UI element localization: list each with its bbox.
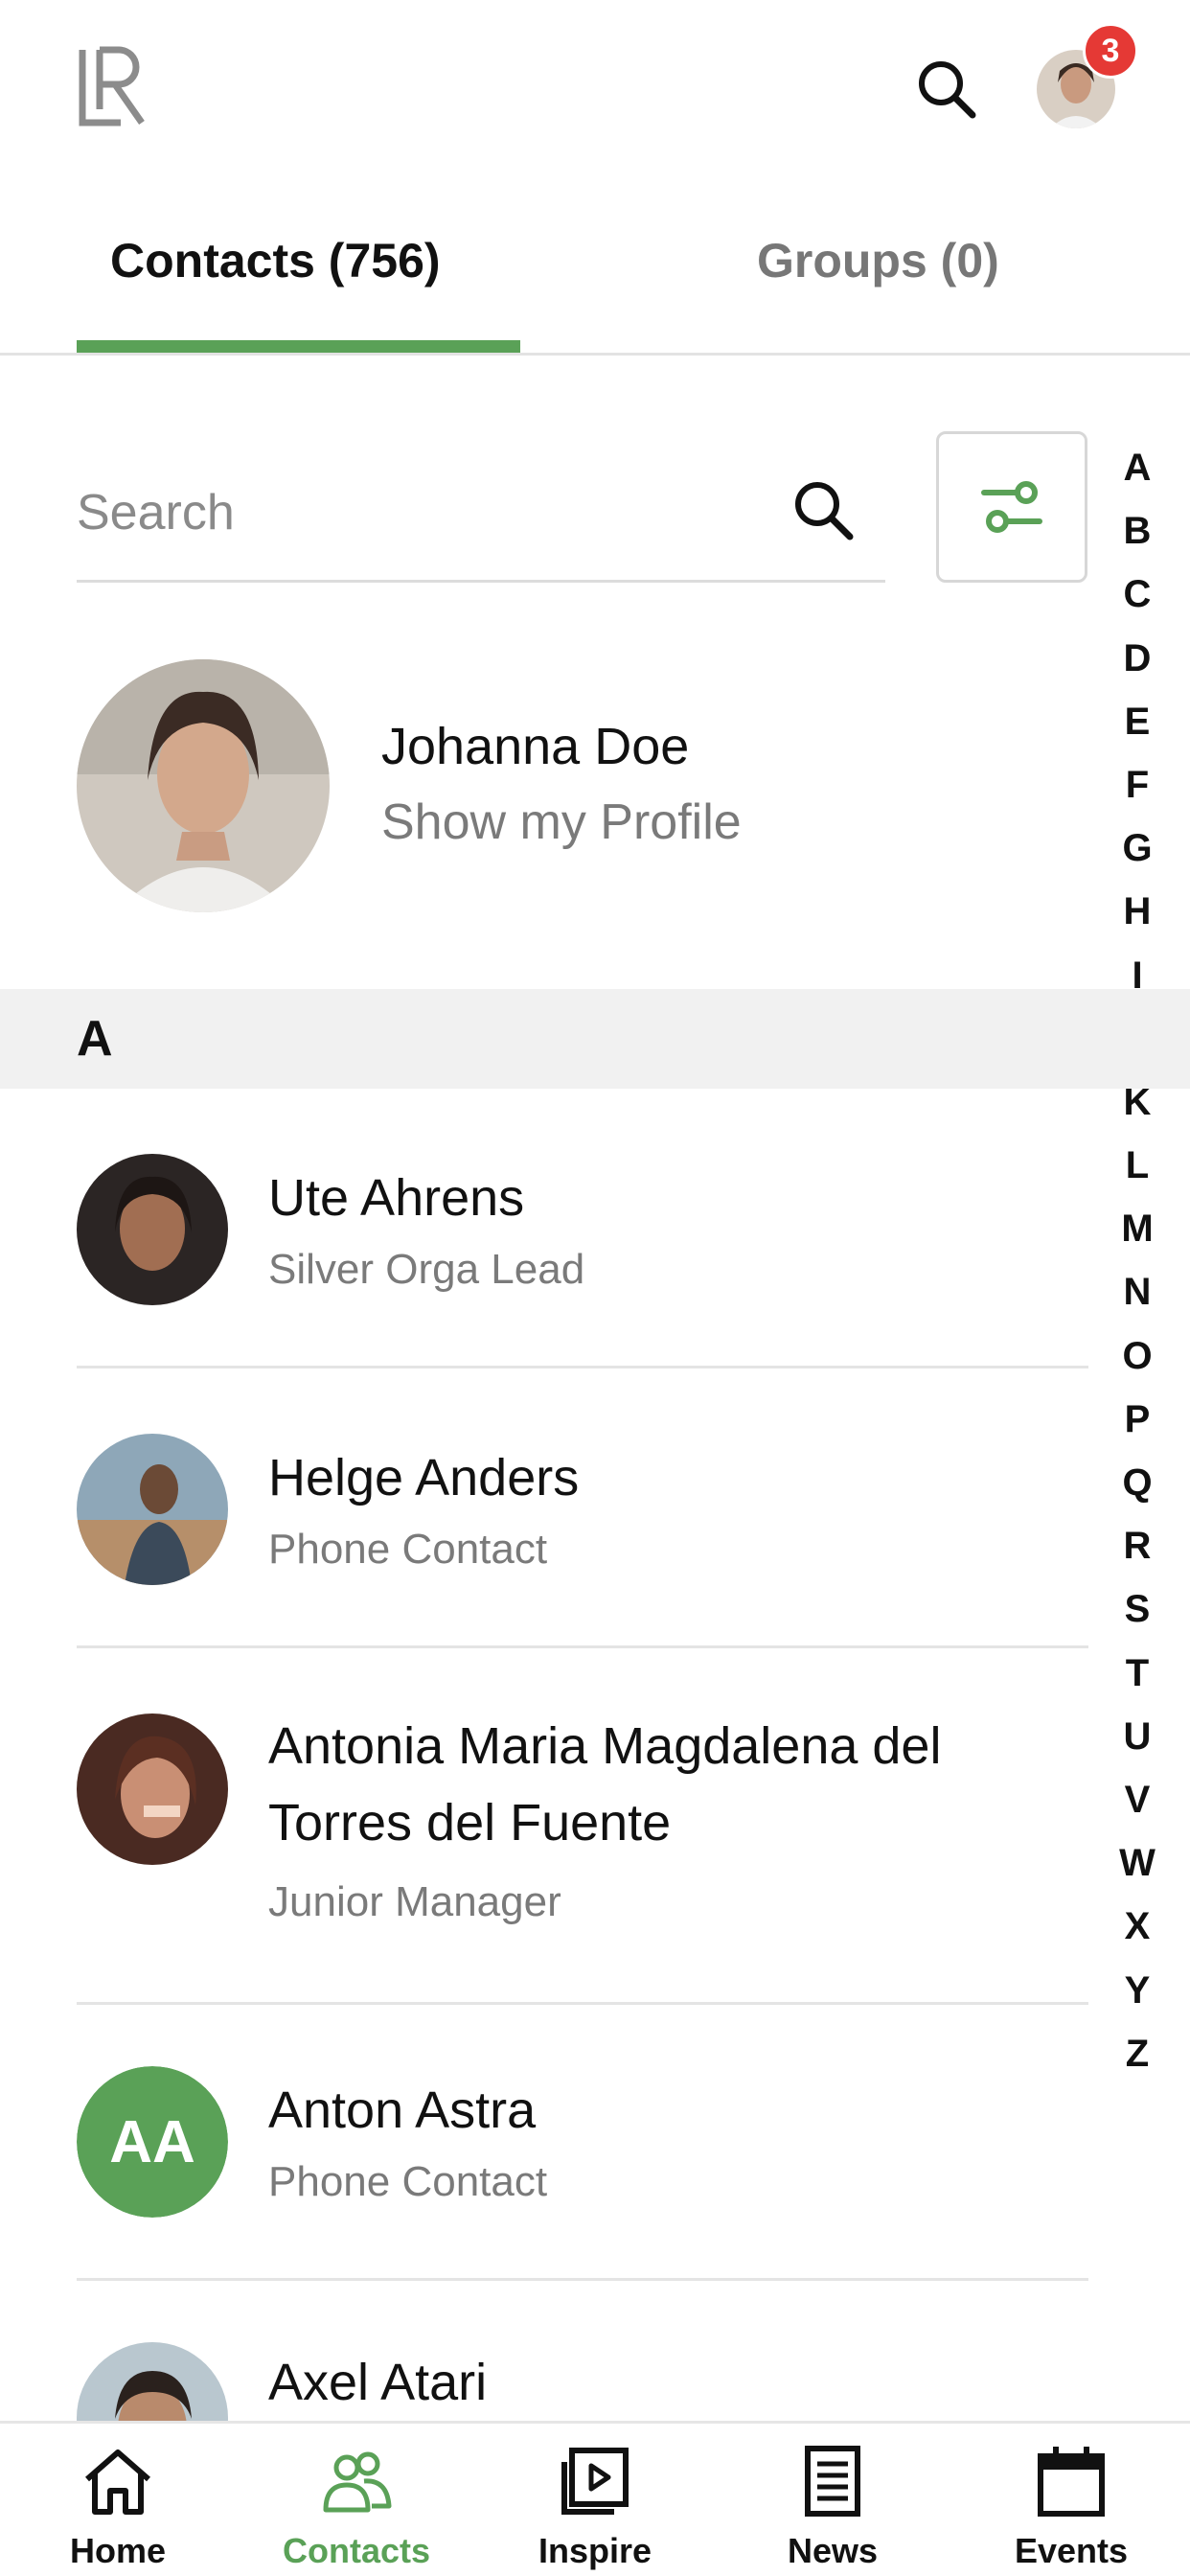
contact-subtitle: Phone Contact [268,2158,548,2205]
notification-badge: 3 [1083,23,1138,79]
events-icon [1038,2447,1105,2517]
profile-name: Johanna Doe [381,718,690,775]
search-input[interactable] [77,479,747,546]
search-icon[interactable] [915,58,978,121]
alphabet-letter-n[interactable]: N [1111,1260,1163,1323]
contact-name: Helge Anders [268,1449,580,1506]
contact-avatar [77,2342,228,2421]
news-icon [805,2446,860,2517]
profile-avatar [77,659,330,912]
contact-initials: AA [77,2066,228,2218]
contact-subtitle: Phone Contact [268,1526,548,1573]
alphabet-letter-d[interactable]: D [1111,627,1163,690]
alphabet-letter-o[interactable]: O [1111,1324,1163,1388]
bottom-navigation: Home Contacts Inspire News Events [0,2421,1190,2576]
contact-name: Antonia Maria Magdalena del Torres del F… [268,1717,942,1852]
lr-logo[interactable] [77,46,153,128]
alphabet-letter-t[interactable]: T [1111,1642,1163,1705]
contact-avatar [77,1154,228,1305]
contact-subtitle: Junior Manager [268,1878,561,1925]
contact-name: Anton Astra [268,2082,537,2139]
alphabet-letter-c[interactable]: C [1111,563,1163,626]
alphabet-index[interactable]: ABCDEFGHIJKLMNOPQRSTUVWXYZ [1111,436,1163,2085]
contact-row[interactable]: Antonia Maria Magdalena del Torres del F… [77,1648,1088,2005]
alphabet-letter-m[interactable]: M [1111,1197,1163,1260]
alphabet-letter-x[interactable]: X [1111,1895,1163,1958]
alphabet-letter-e[interactable]: E [1111,690,1163,753]
my-profile-row[interactable]: Johanna Doe Show my Profile [77,659,1083,914]
alphabet-letter-v[interactable]: V [1111,1768,1163,1831]
nav-inspire[interactable]: Inspire [499,2443,691,2571]
nav-news[interactable]: News [737,2443,928,2571]
nav-events[interactable]: Events [975,2443,1167,2571]
alphabet-letter-z[interactable]: Z [1111,2022,1163,2085]
alphabet-letter-l[interactable]: L [1111,1134,1163,1197]
contact-row[interactable]: AA Anton Astra Phone Contact [77,2005,1088,2281]
section-header: A [0,989,1190,1089]
tab-groups[interactable]: Groups (0) [757,233,999,288]
alphabet-letter-b[interactable]: B [1111,499,1163,563]
contact-name: Ute Ahrens [268,1169,525,1227]
contact-name: Axel Atari [268,2354,488,2411]
alphabet-letter-r[interactable]: R [1111,1514,1163,1577]
contact-avatar [77,1714,228,1865]
contacts-icon [323,2451,392,2513]
app-header: 3 [0,0,1190,182]
contact-row[interactable]: Ute Ahrens Silver Orga Lead [77,1089,1088,1368]
contact-row[interactable]: Axel Atari [77,2281,1088,2421]
nav-contacts[interactable]: Contacts [261,2443,452,2571]
alphabet-letter-p[interactable]: P [1111,1388,1163,1451]
contact-subtitle: Silver Orga Lead [268,1246,585,1293]
profile-link[interactable]: Show my Profile [381,794,742,851]
tab-contacts[interactable]: Contacts (756) [110,233,441,288]
alphabet-letter-h[interactable]: H [1111,880,1163,943]
alphabet-letter-f[interactable]: F [1111,753,1163,816]
nav-home[interactable]: Home [22,2443,214,2571]
section-letter: A [77,1011,113,1067]
inspire-icon [561,2448,629,2515]
tab-bar: Contacts (756) Groups (0) [0,196,1190,356]
alphabet-letter-w[interactable]: W [1111,1831,1163,1895]
contact-avatar [77,1434,228,1585]
alphabet-letter-q[interactable]: Q [1111,1451,1163,1514]
active-tab-indicator [77,340,520,353]
alphabet-letter-u[interactable]: U [1111,1705,1163,1768]
alphabet-letter-g[interactable]: G [1111,816,1163,880]
alphabet-letter-s[interactable]: S [1111,1577,1163,1641]
home-icon [85,2450,150,2515]
alphabet-letter-a[interactable]: A [1111,436,1163,499]
alphabet-letter-y[interactable]: Y [1111,1959,1163,2022]
filter-sliders-icon [981,481,1042,533]
contact-avatar: AA [77,2066,228,2218]
contact-row[interactable]: Helge Anders Phone Contact [77,1368,1088,1648]
search-icon[interactable] [790,477,858,544]
filter-button[interactable] [936,431,1087,583]
search-bar [77,450,885,583]
